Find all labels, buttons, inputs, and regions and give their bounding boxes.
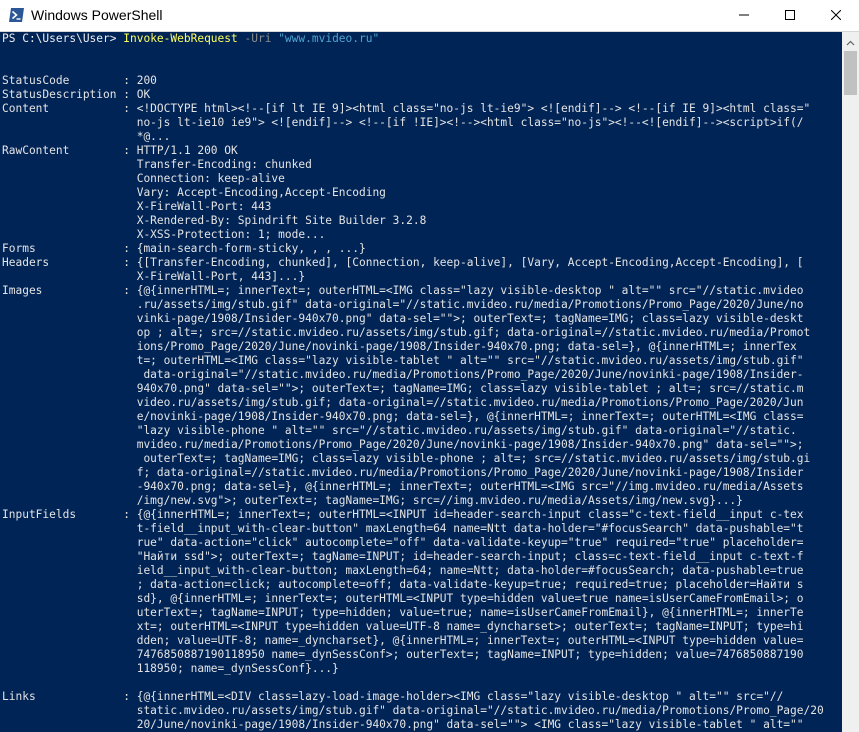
output-line: Vary: Accept-Encoding,Accept-Encoding (2, 186, 386, 199)
maximize-icon (785, 7, 795, 25)
output-line: X-Rendered-By: Spindrift Site Builder 3.… (2, 214, 427, 227)
output-line: rue" data-action="click" autocomplete="o… (2, 536, 804, 549)
maximize-button[interactable] (767, 0, 813, 31)
output-line: ions/Promo_Page/2020/June/novinki-page/1… (2, 340, 797, 353)
output-line: sd}, @{innerHTML=; innerText=; outerHTML… (2, 592, 804, 605)
output-line: StatusDescription : OK (2, 88, 151, 101)
output-line: X-FireWall-Port: 443 (2, 200, 272, 213)
close-button[interactable] (813, 0, 859, 31)
window-title: Windows PowerShell (31, 7, 163, 23)
output-line: ; data-action=click; autocomplete=off; d… (2, 578, 804, 591)
output-line: dden; value=UTF-8; name=_dyncharset}, @{… (2, 634, 804, 647)
output-line: Connection: keep-alive (2, 172, 285, 185)
output-line: data-original="//static.mvideo.ru/media/… (2, 368, 804, 381)
output-line: f; data-original=//static.mvideo.ru/medi… (2, 466, 804, 479)
command-argument: "www.mvideo.ru" (278, 32, 380, 45)
scrollbar-thumb[interactable] (844, 51, 857, 95)
console-output[interactable]: PS C:\Users\User> Invoke-WebRequest -Uri… (0, 32, 842, 732)
output-line: "lazy visible-phone " alt="" src="//stat… (2, 424, 797, 437)
output-line: uterText=; tagName=INPUT; type=hidden; v… (2, 606, 804, 619)
output-line: Images : {@{innerHTML=; innerText=; oute… (2, 284, 804, 297)
output-line: 7476850887190118950 name=_dynSessConf>; … (2, 648, 804, 661)
command-parameter: -Uri (237, 32, 279, 45)
output-line: *@... (2, 130, 171, 143)
output-line: .ru/assets/img/stub.gif" data-original="… (2, 298, 804, 311)
vertical-scrollbar[interactable] (842, 32, 859, 732)
close-icon (830, 7, 842, 25)
output-line: video.ru/assets/img/stub.gif; data-origi… (2, 396, 804, 409)
powershell-window: Windows PowerShell PS C:\Users\User> Inv… (0, 0, 859, 732)
output-line: -940x70.png; data-sel=}, @{innerHTML=; i… (2, 480, 804, 493)
command-name: Invoke-WebRequest (123, 32, 238, 45)
powershell-icon (8, 7, 25, 23)
scroll-up-button[interactable] (842, 32, 859, 49)
prompt-path: PS C:\Users\User> (2, 32, 124, 45)
output-line: Links : {@{innerHTML=<DIV class=lazy-loa… (2, 690, 784, 703)
output-line: mvideo.ru/media/Promotions/Promo_Page/20… (2, 438, 804, 451)
output-line: vinki-page/1908/Insider-940x70.png" data… (2, 312, 804, 325)
output-line: 940x70.png" data-sel="">; outerText=; ta… (2, 382, 804, 395)
output-line: X-XSS-Protection: 1; mode... (2, 228, 326, 241)
output-line: InputFields : {@{innerHTML=; innerText=;… (2, 508, 804, 521)
prompt-line: PS C:\Users\User> Invoke-WebRequest -Uri… (2, 32, 842, 46)
chevron-up-icon (846, 31, 855, 50)
output-line: 20/June/novinki-page/1908/Insider-940x70… (2, 718, 804, 731)
output-line: "Найти ssd">; outerText=; tagName=INPUT;… (2, 550, 804, 563)
output-line: t-field__input_with-clear-button" maxLen… (2, 522, 804, 535)
minimize-icon (739, 7, 749, 25)
output-line: e/novinki-page/1908/Insider-940x70.png; … (2, 410, 804, 423)
output-line: outerText=; tagName=IMG; class=lazy visi… (2, 452, 811, 465)
output-line: X-FireWall-Port, 443]...} (2, 270, 306, 283)
output-line: op ; alt=; src=//static.mvideo.ru/assets… (2, 326, 811, 339)
title-bar[interactable]: Windows PowerShell (0, 0, 859, 32)
output-line: Content : <!DOCTYPE html><!--[if lt IE 9… (2, 102, 811, 115)
output-line: Headers : {[Transfer-Encoding, chunked],… (2, 256, 804, 269)
output-line: static.mvideo.ru/assets/img/stub.gif" da… (2, 704, 824, 717)
output-line: RawContent : HTTP/1.1 200 OK (2, 144, 238, 157)
output-line: /img/new.svg">; outerText=; tagName=IMG;… (2, 494, 743, 507)
output-line: Transfer-Encoding: chunked (2, 158, 312, 171)
output-line: Forms : {main-search-form-sticky, , , ..… (2, 242, 366, 255)
minimize-button[interactable] (721, 0, 767, 31)
output-line: t=; outerHTML=<IMG class="lazy visible-t… (2, 354, 804, 367)
output-line: xt=; outerHTML=<INPUT type=hidden value=… (2, 620, 804, 633)
output-line: StatusCode : 200 (2, 74, 157, 87)
output-line: no-js lt-ie10 ie9"> <![endif]--> <!--[if… (2, 116, 804, 129)
output-line: 118950; name=_dynSessConf}...} (2, 662, 339, 675)
output-line: ield__input_with-clear-button; maxLength… (2, 564, 804, 577)
